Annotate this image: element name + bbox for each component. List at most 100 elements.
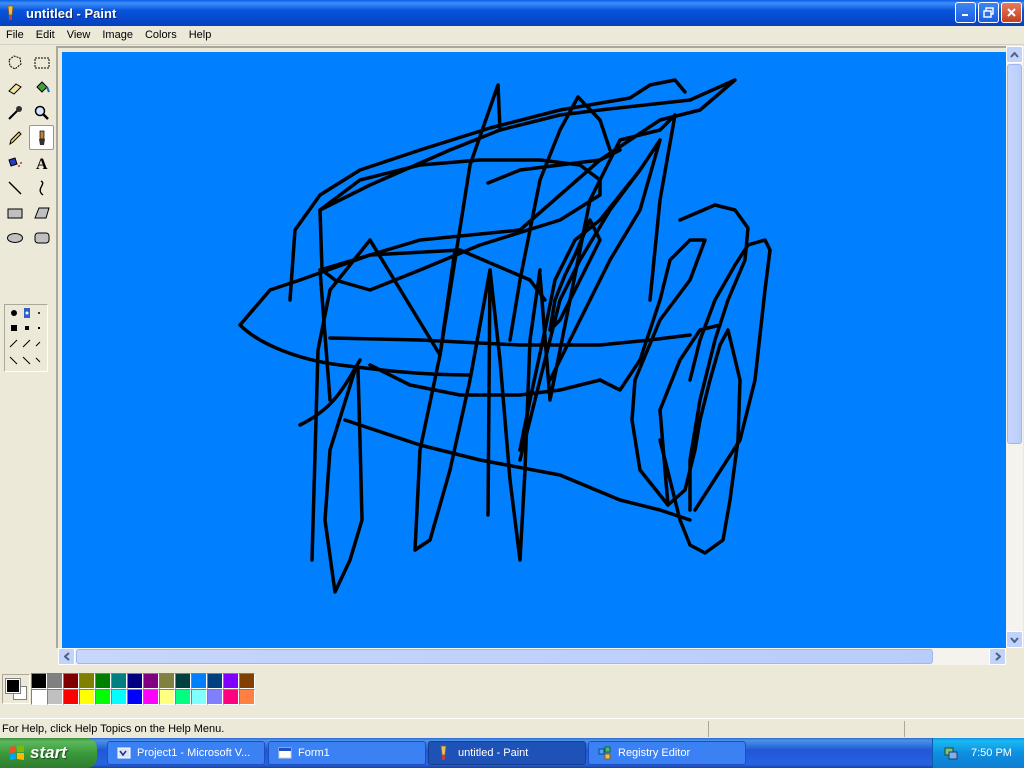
tool-text[interactable]: A (29, 150, 54, 175)
tool-airbrush[interactable] (2, 150, 27, 175)
color-swatch[interactable] (111, 673, 127, 689)
task-label: untitled - Paint (458, 747, 529, 759)
tool-rect-select[interactable] (29, 50, 54, 75)
tool-rounded-rect[interactable] (29, 225, 54, 250)
tool-eraser[interactable] (2, 75, 27, 100)
registry-icon (597, 745, 613, 761)
color-swatch[interactable] (95, 673, 111, 689)
scroll-down-button[interactable] (1006, 631, 1023, 648)
color-swatch[interactable] (111, 689, 127, 705)
tool-rectangle[interactable] (2, 200, 27, 225)
free-form-select-icon (7, 54, 22, 70)
drawing-canvas[interactable] (62, 52, 1006, 648)
brush-icon (38, 130, 45, 145)
color-swatch[interactable] (239, 689, 255, 705)
color-swatch[interactable] (31, 673, 47, 689)
color-swatch[interactable] (47, 673, 63, 689)
brush-shapes-icon (9, 308, 41, 365)
pick-color-icon (7, 105, 22, 120)
chevron-right-icon (994, 652, 1001, 661)
rectangle-icon (7, 208, 22, 218)
task-label: Registry Editor (618, 747, 691, 759)
start-label: start (30, 743, 67, 762)
tool-free-form-select[interactable] (2, 50, 27, 75)
brush-shape-options[interactable] (4, 304, 48, 372)
task-registry-editor[interactable]: Registry Editor (588, 741, 746, 765)
start-button[interactable]: start (0, 738, 97, 768)
minimize-icon (962, 14, 968, 16)
menu-image[interactable]: Image (96, 26, 139, 45)
color-swatch[interactable] (63, 673, 79, 689)
menu-edit[interactable]: Edit (30, 26, 61, 45)
task-label: Form1 (298, 747, 330, 759)
scroll-up-button[interactable] (1006, 46, 1023, 63)
foreground-color (5, 678, 21, 694)
color-swatch[interactable] (127, 689, 143, 705)
restore-button[interactable] (978, 2, 999, 23)
color-swatch[interactable] (127, 673, 143, 689)
form-icon (277, 745, 293, 761)
color-swatch[interactable] (79, 689, 95, 705)
task-form1[interactable]: Form1 (268, 741, 426, 765)
color-swatch[interactable] (175, 673, 191, 689)
network-icon[interactable] (943, 745, 959, 761)
rounded-rect-icon (34, 232, 49, 243)
color-swatch[interactable] (143, 689, 159, 705)
tool-magnifier[interactable] (29, 100, 54, 125)
close-button[interactable] (1001, 2, 1022, 23)
tool-polygon[interactable] (29, 200, 54, 225)
color-swatch[interactable] (191, 673, 207, 689)
vertical-scrollbar[interactable] (1006, 46, 1023, 648)
color-swatch[interactable] (175, 689, 191, 705)
tool-pick-color[interactable] (2, 100, 27, 125)
menu-bar: File Edit View Image Colors Help (0, 26, 1024, 45)
scroll-corner (1006, 648, 1024, 665)
color-swatch[interactable] (191, 689, 207, 705)
menu-file[interactable]: File (0, 26, 30, 45)
clock: 7:50 PM (971, 747, 1012, 759)
horizontal-scrollbar[interactable] (58, 648, 1006, 665)
color-swatch[interactable] (159, 673, 175, 689)
scroll-right-button[interactable] (989, 648, 1006, 665)
vertical-scroll-thumb[interactable] (1007, 64, 1022, 444)
color-swatch[interactable] (31, 689, 47, 705)
current-colors[interactable] (2, 674, 30, 704)
color-swatch[interactable] (159, 689, 175, 705)
minimize-button[interactable] (955, 2, 976, 23)
status-size (904, 720, 1022, 737)
menu-colors[interactable]: Colors (139, 26, 183, 45)
menu-view[interactable]: View (61, 26, 97, 45)
tool-line[interactable] (2, 175, 27, 200)
tool-pencil[interactable] (2, 125, 27, 150)
close-icon (1007, 8, 1016, 17)
task-project1[interactable]: Project1 - Microsoft V... (107, 741, 265, 765)
color-swatch[interactable] (223, 673, 239, 689)
rect-select-icon (34, 57, 49, 68)
airbrush-icon (7, 156, 22, 167)
tool-brush[interactable] (29, 125, 54, 150)
paint-icon (4, 5, 20, 21)
color-swatch[interactable] (95, 689, 111, 705)
task-label: Project1 - Microsoft V... (137, 747, 251, 759)
scroll-left-button[interactable] (58, 648, 75, 665)
color-swatch[interactable] (207, 689, 223, 705)
menu-help[interactable]: Help (183, 26, 218, 45)
tool-fill[interactable] (29, 75, 54, 100)
tool-curve[interactable] (29, 175, 54, 200)
color-swatch[interactable] (223, 689, 239, 705)
color-swatch[interactable] (63, 689, 79, 705)
color-swatch[interactable] (207, 673, 223, 689)
color-swatch[interactable] (47, 689, 63, 705)
title-bar: untitled - Paint (0, 0, 1024, 26)
color-swatch[interactable] (143, 673, 159, 689)
curve-icon (38, 179, 43, 196)
task-paint[interactable]: untitled - Paint (428, 741, 586, 765)
taskbar: start Project1 - Microsoft V... Form1 un… (0, 738, 1024, 768)
color-swatch[interactable] (239, 673, 255, 689)
tool-ellipse[interactable] (2, 225, 27, 250)
horizontal-scroll-thumb[interactable] (76, 649, 933, 664)
color-swatch[interactable] (79, 673, 95, 689)
status-bar: For Help, click Help Topics on the Help … (0, 718, 1024, 738)
text-icon: A (36, 156, 48, 172)
status-coords (708, 720, 904, 737)
